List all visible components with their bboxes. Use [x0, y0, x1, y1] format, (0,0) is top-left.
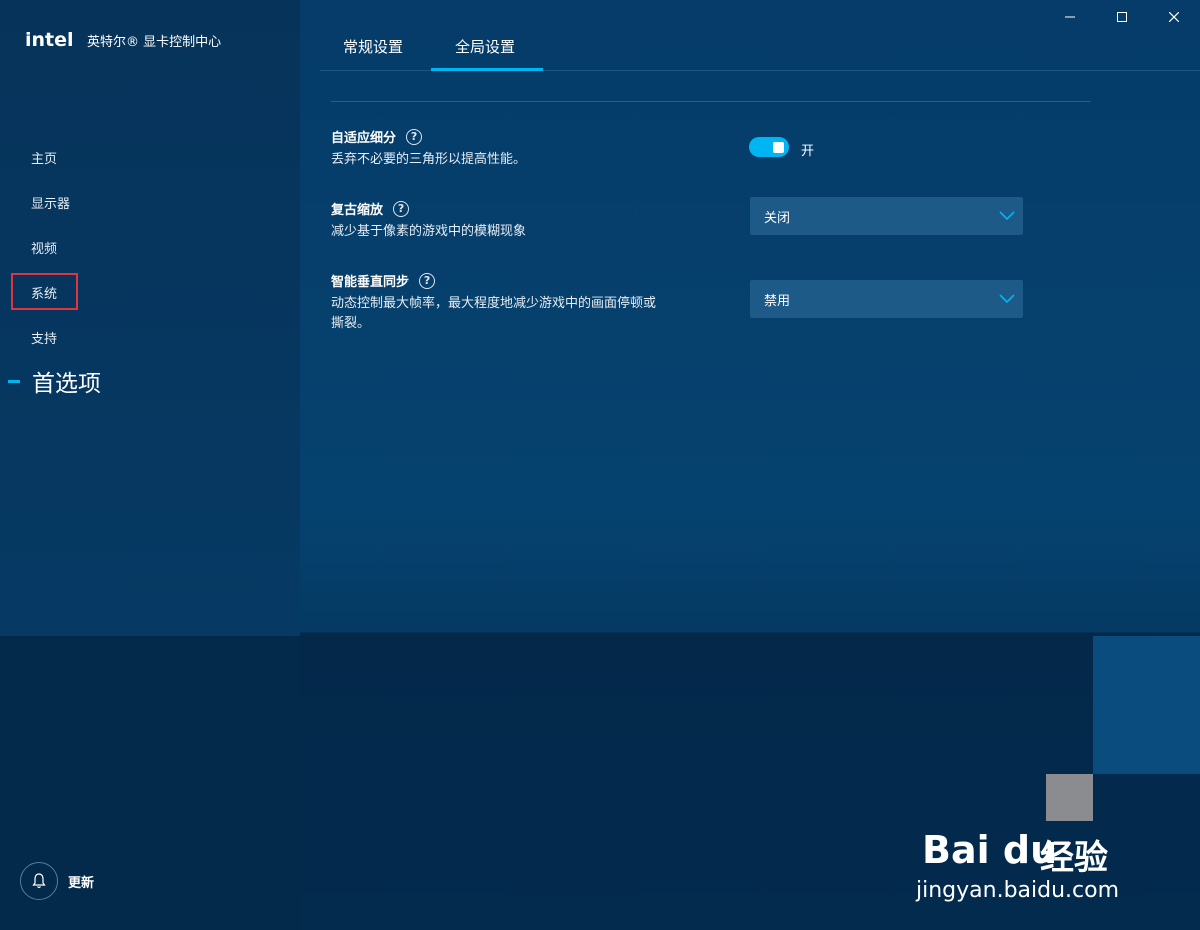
setting-description-line: 撕裂。 — [331, 316, 371, 331]
dropdown-value: 禁用 — [764, 293, 791, 309]
update-button[interactable]: 更新 — [20, 862, 94, 900]
setting-description: 动态控制最大帧率，最大程度地减少游戏中的画面停顿或 撕裂。 — [331, 294, 656, 334]
setting-adaptive-tessellation: 自适应细分 ? 丢弃不必要的三角形以提高性能。 — [331, 127, 526, 170]
toggle-state-label: 开 — [801, 144, 815, 159]
setting-title: 自适应细分 — [331, 131, 397, 146]
close-icon — [1169, 12, 1179, 22]
help-icon[interactable]: ? — [406, 128, 423, 145]
intel-logo: intel — [25, 29, 74, 51]
tab-selected-indicator — [431, 68, 543, 71]
help-icon[interactable]: ? — [393, 200, 410, 217]
setting-retro-scaling: 复古缩放 ? 减少基于像素的游戏中的模糊现象 — [331, 199, 526, 242]
sidebar-item-preferences[interactable]: 首选项 — [8, 364, 101, 398]
decorative-panel — [1093, 636, 1200, 774]
chevron-down-icon — [999, 294, 1015, 304]
bell-icon — [32, 873, 46, 889]
sidebar-item-video[interactable]: 视频 — [31, 238, 57, 257]
tab-bar: 常规设置 全局设置 — [320, 22, 1200, 71]
watermark-brand: Bai du — [922, 828, 1058, 872]
adaptive-tessellation-toggle[interactable] — [749, 137, 789, 157]
baidu-watermark: Bai du 经验 jingyan.baidu.com — [916, 798, 1146, 908]
system-highlight-box — [11, 273, 78, 310]
setting-smart-vsync: 智能垂直同步 ? 动态控制最大帧率，最大程度地减少游戏中的画面停顿或 撕裂。 — [331, 271, 656, 334]
tab-general-settings[interactable]: 常规设置 — [343, 36, 403, 57]
chevron-down-icon — [999, 211, 1015, 221]
setting-title: 复古缩放 — [331, 203, 384, 218]
watermark-url: jingyan.baidu.com — [916, 878, 1120, 903]
sidebar-item-display[interactable]: 显示器 — [31, 193, 70, 212]
retro-scaling-dropdown[interactable]: 关闭 — [750, 197, 1023, 235]
sidebar-item-preferences-label: 首选项 — [32, 371, 101, 397]
maximize-icon — [1117, 12, 1127, 22]
app-title: 英特尔® 显卡控制中心 — [87, 34, 222, 50]
sidebar-background — [0, 0, 300, 930]
tab-global-settings[interactable]: 全局设置 — [455, 36, 515, 57]
setting-title: 智能垂直同步 — [331, 275, 410, 290]
setting-description: 丢弃不必要的三角形以提高性能。 — [331, 152, 527, 167]
svg-text:intel: intel — [25, 29, 74, 51]
content-divider — [331, 101, 1091, 102]
sidebar-panel-background — [0, 0, 300, 636]
app-brand: intel 英特尔® 显卡控制中心 — [25, 26, 221, 54]
sidebar-item-support[interactable]: 支持 — [31, 328, 57, 347]
dropdown-value: 关闭 — [764, 210, 791, 226]
active-indicator — [8, 379, 20, 383]
watermark-brand-suffix: 经验 — [1040, 838, 1108, 878]
update-label: 更新 — [68, 875, 95, 891]
setting-description: 减少基于像素的游戏中的模糊现象 — [331, 224, 527, 239]
help-icon[interactable]: ? — [419, 272, 436, 289]
sidebar-item-home[interactable]: 主页 — [31, 148, 57, 167]
bell-icon-wrapper — [20, 862, 58, 900]
smart-vsync-dropdown[interactable]: 禁用 — [750, 280, 1023, 318]
setting-description-line: 动态控制最大帧率，最大程度地减少游戏中的画面停顿或 — [331, 296, 657, 311]
minimize-icon — [1065, 16, 1075, 18]
toggle-knob — [773, 142, 784, 153]
